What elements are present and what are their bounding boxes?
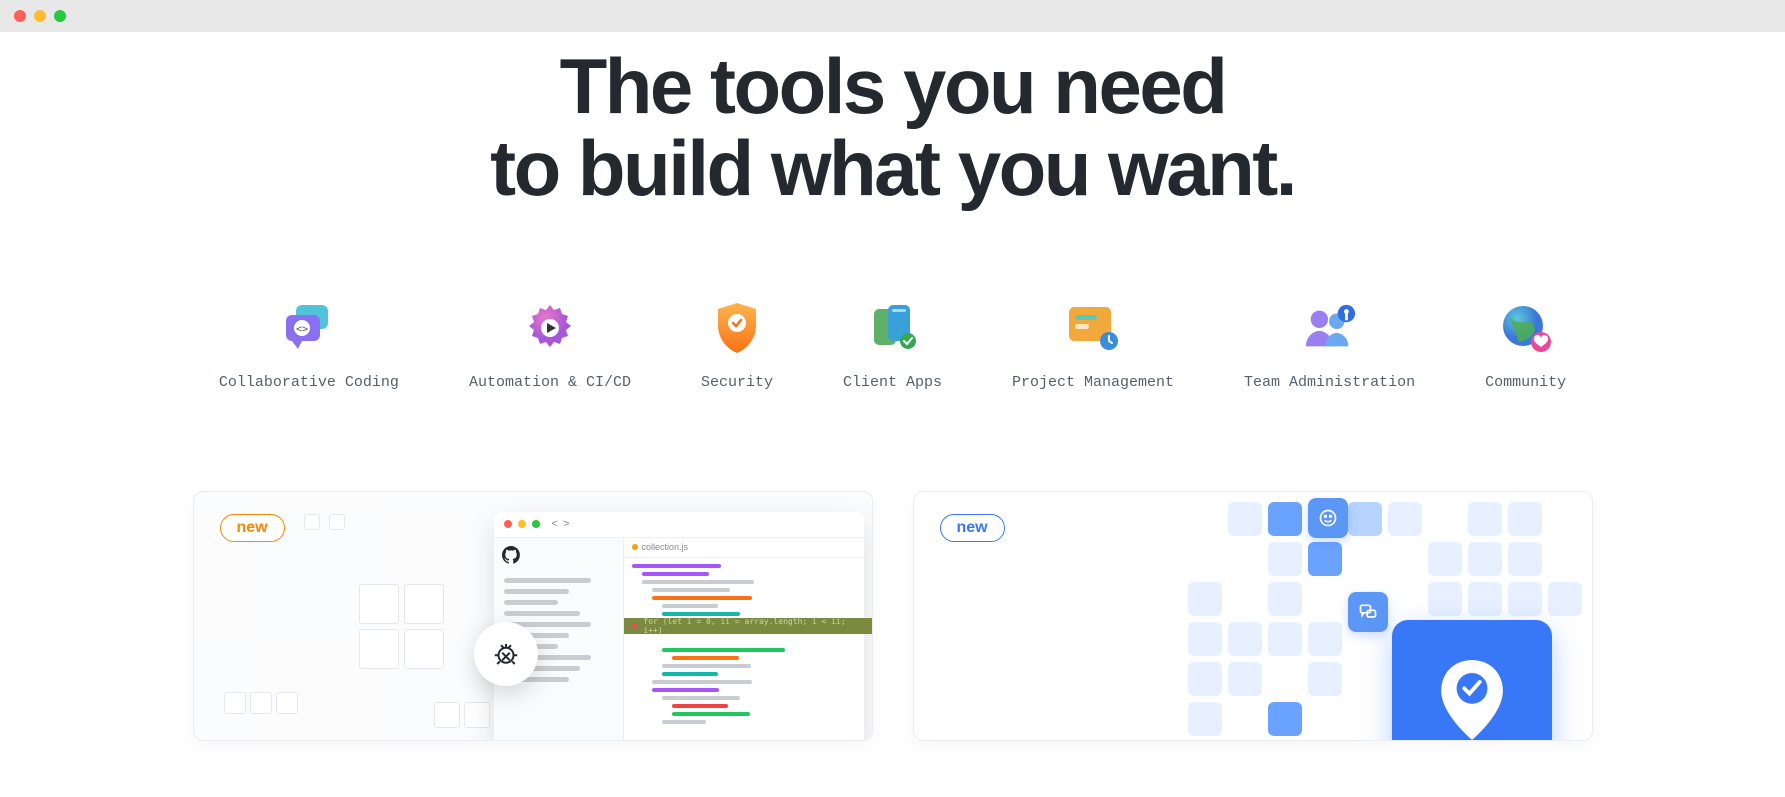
svg-text:<>: <> [296, 324, 308, 335]
category-community[interactable]: Community [1485, 300, 1566, 391]
card-bg [914, 492, 1592, 740]
editor-close-icon [504, 520, 512, 528]
category-client-apps[interactable]: Client Apps [843, 300, 942, 391]
code-pane: collection.js [624, 538, 864, 741]
category-label: Security [701, 374, 773, 391]
discussion-chip-icon [1348, 592, 1388, 632]
people-key-icon [1302, 300, 1358, 356]
smiley-chip-icon [1308, 498, 1348, 538]
new-badge: new [940, 514, 1005, 542]
category-label: Project Management [1012, 374, 1174, 391]
badge-text: new [237, 519, 268, 536]
window-close-button[interactable] [14, 10, 26, 22]
chat-code-icon: <> [281, 300, 337, 356]
feature-card-codespaces[interactable]: < > [193, 491, 873, 741]
headline-line-1: The tools you need [560, 42, 1226, 130]
category-collaborative-coding[interactable]: <> Collaborative Coding [219, 300, 399, 391]
nav-arrows-icon: < > [552, 518, 571, 530]
apps-icon [865, 300, 921, 356]
highlight-code-text: for (let i = 0, ii = array.length; i < i… [643, 617, 865, 635]
page-headline: The tools you need to build what you wan… [0, 46, 1785, 210]
github-mark-icon [502, 546, 520, 564]
category-label: Automation & CI/CD [469, 374, 631, 391]
category-security[interactable]: Security [701, 300, 773, 391]
badge-text: new [957, 519, 988, 536]
editor-zoom-icon [532, 520, 540, 528]
window-minimize-button[interactable] [34, 10, 46, 22]
window-titlebar [0, 0, 1785, 32]
location-check-card [1392, 620, 1552, 741]
category-tabs: <> Collaborative Coding Automation & CI/… [0, 300, 1785, 391]
window-zoom-button[interactable] [54, 10, 66, 22]
category-label: Client Apps [843, 374, 942, 391]
category-team-administration[interactable]: Team Administration [1244, 300, 1415, 391]
category-label: Team Administration [1244, 374, 1415, 391]
editor-titlebar: < > [494, 512, 864, 538]
globe-heart-icon [1498, 300, 1554, 356]
headline-line-2: to build what you want. [490, 124, 1295, 212]
board-clock-icon [1065, 300, 1121, 356]
file-tab: collection.js [624, 538, 864, 558]
editor-minimize-icon [518, 520, 526, 528]
category-label: Community [1485, 374, 1566, 391]
code-highlight-line: for (let i = 0, ii = array.length; i < i… [624, 618, 873, 634]
gear-play-icon [522, 300, 578, 356]
code-editor-mock: < > [494, 512, 864, 741]
category-automation[interactable]: Automation & CI/CD [469, 300, 631, 391]
bug-icon [474, 622, 538, 686]
category-label: Collaborative Coding [219, 374, 399, 391]
feature-cards: < > [0, 491, 1785, 741]
new-badge: new [220, 514, 285, 542]
category-project-management[interactable]: Project Management [1012, 300, 1174, 391]
page-content: The tools you need to build what you wan… [0, 46, 1785, 741]
feature-card-discussions[interactable]: new [913, 491, 1593, 741]
shield-check-icon [709, 300, 765, 356]
file-tab-name: collection.js [642, 542, 689, 552]
